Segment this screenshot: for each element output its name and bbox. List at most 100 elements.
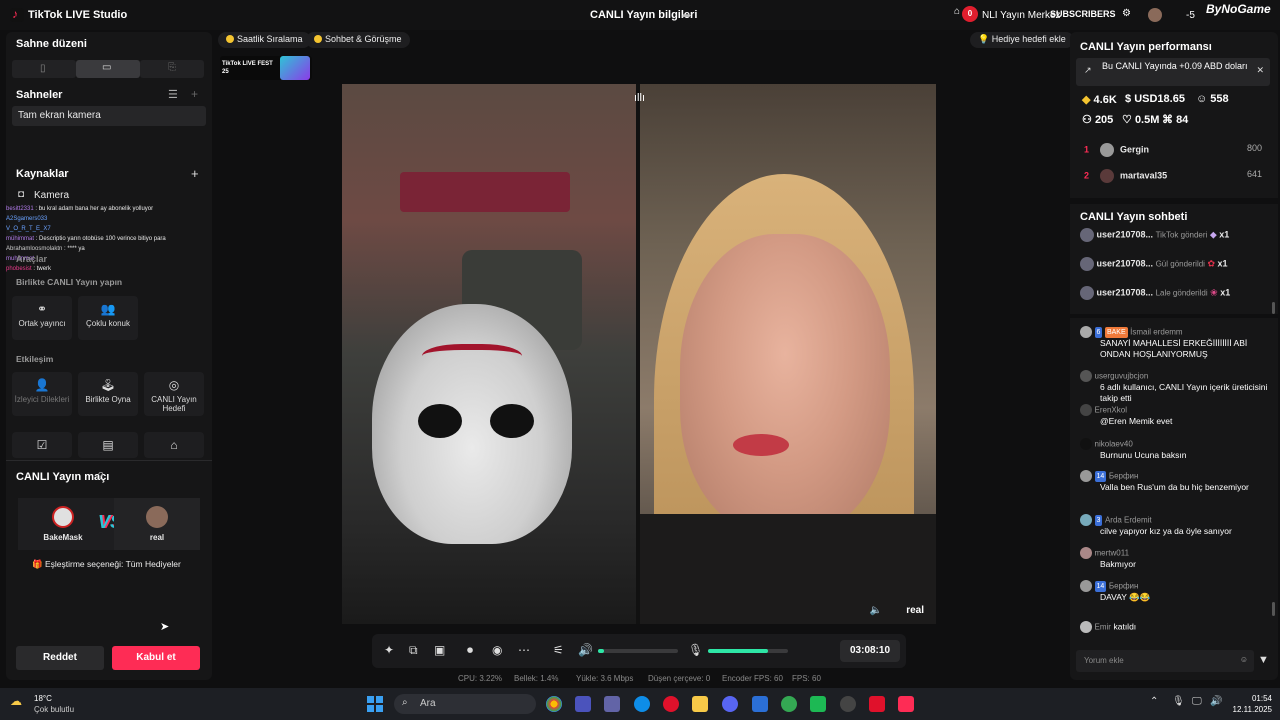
mic-slider[interactable]	[708, 649, 788, 653]
list-icon[interactable]: ☰	[168, 88, 178, 101]
chat-message[interactable]: mertw011 Bakmıyor	[1080, 547, 1272, 570]
player1-card[interactable]: BakeMask	[18, 498, 108, 550]
tools-title: Araçlar	[16, 254, 48, 264]
landscape-layout-button[interactable]: ▭	[76, 60, 140, 78]
ranking-row[interactable]: 1 Gergin 800	[1084, 143, 1270, 157]
scene-item[interactable]: Tam ekran kamera	[12, 106, 206, 126]
notification-badge[interactable]: 0	[962, 6, 978, 22]
add-scene-icon[interactable]: +	[191, 87, 198, 101]
chat-message[interactable]: Emir katıldı	[1080, 621, 1272, 633]
metric-viewers: ☺ 558	[1196, 93, 1229, 105]
divider	[6, 460, 212, 461]
heart-icon: ♡	[1122, 114, 1132, 126]
home-icon[interactable]: ⌂	[954, 6, 960, 17]
chat-message[interactable]: ErenXkol @Eren Memik evet	[1080, 404, 1272, 427]
joystick-icon: 🕹	[100, 378, 116, 392]
player2-card[interactable]: real	[114, 498, 200, 550]
windows-start-icon[interactable]	[367, 696, 383, 712]
cohost-button[interactable]: ⚭ Ortak yayıncı	[12, 296, 72, 340]
source-camera[interactable]: Kamera	[34, 190, 69, 201]
stat-cpu: CPU: 3.22%	[458, 674, 503, 683]
layout-icon[interactable]: ▣	[434, 643, 445, 657]
tiktok-studio-icon[interactable]	[898, 696, 914, 712]
edge-icon[interactable]	[634, 696, 650, 712]
player1-name: BakeMask	[43, 533, 83, 542]
scrollbar[interactable]	[1272, 302, 1275, 314]
goal-icon: ◎	[168, 378, 180, 392]
weather-icon[interactable]: ☁	[10, 694, 30, 712]
chrome-icon[interactable]	[546, 696, 562, 712]
taskbar-search[interactable]: ⌕ Ara	[394, 694, 536, 714]
app-green-icon[interactable]	[810, 696, 826, 712]
comment-input[interactable]: Yorum ekle ☺	[1076, 650, 1254, 672]
effects-icon[interactable]: ⧉	[409, 643, 418, 658]
chat-message[interactable]: 14 Берфин Valla ben Rus'um da bu hiç ben…	[1080, 470, 1272, 493]
teams-icon[interactable]	[575, 696, 591, 712]
send-icon[interactable]: ▼	[1258, 654, 1269, 666]
poll-button[interactable]: ☑	[12, 432, 72, 458]
share-icon[interactable]: ➦	[682, 9, 691, 22]
magic-wand-icon[interactable]: ✦	[384, 643, 394, 657]
ranking-row[interactable]: 2 martaval35 641	[1084, 169, 1270, 183]
help-icon[interactable]: ?	[98, 471, 104, 482]
portrait-layout-button[interactable]: ▯	[12, 60, 76, 78]
live-fest-banner[interactable]: TikTok LIVE FEST 25	[220, 56, 312, 80]
control-bar: ✦ ⧉ ▣ ⏺ ◉ ⋯ ⚟ 🔊 🎙 03:08:10	[372, 634, 906, 668]
left-panel: Sahne düzeni ▯ ▭ ⎘ Sahneler ☰ + Tam ekra…	[6, 32, 212, 680]
display-tray-icon[interactable]: 🖵	[1192, 696, 1202, 707]
hourly-ranking-pill[interactable]: Saatlik Sıralama	[218, 32, 311, 48]
store-button[interactable]: ⌂	[144, 432, 204, 458]
app-icon[interactable]	[604, 696, 620, 712]
opera-icon[interactable]	[663, 696, 679, 712]
speaker-tray-icon[interactable]: 🔊	[1210, 696, 1222, 707]
fest-label: TikTok LIVE FEST 25	[222, 61, 273, 75]
settings-sliders-icon[interactable]: ⚟	[553, 643, 564, 657]
add-source-icon[interactable]: +	[191, 166, 199, 181]
scrollbar[interactable]	[1272, 602, 1275, 616]
more-icon[interactable]: ⋯	[518, 643, 530, 657]
settings-gear-icon[interactable]: ⚙	[1122, 8, 1131, 19]
live-center-label[interactable]: NLI Yayın Merkez	[982, 10, 1061, 21]
chevron-up-icon[interactable]: ⌃	[1150, 696, 1158, 707]
app-gray-icon[interactable]	[840, 696, 856, 712]
viewer-requests-button[interactable]: 👤 İzleyici Dilekleri	[12, 372, 72, 416]
box-button[interactable]: ▤	[78, 432, 138, 458]
gift-goal-pill[interactable]: 💡 Hediye hedefi ekle	[970, 32, 1074, 48]
live-video-preview[interactable]: ıllı 🔈 real	[342, 84, 936, 624]
chrome-profile-icon[interactable]	[781, 696, 797, 712]
record-icon[interactable]: ⏺	[467, 643, 473, 658]
discord-icon[interactable]	[722, 696, 738, 712]
rotate-layout-button[interactable]: ⎘	[140, 60, 204, 78]
accept-button[interactable]: Kabul et	[112, 646, 200, 670]
emoji-icon[interactable]: ☺	[1240, 655, 1248, 664]
chat-message[interactable]: 3 Arda Erdemit cilve yapıyor kız ya da ö…	[1080, 514, 1272, 537]
microphone-icon[interactable]: 🎙	[688, 643, 703, 657]
close-icon[interactable]: ✕	[1256, 65, 1264, 76]
folder-icon[interactable]	[692, 696, 708, 712]
clock-date[interactable]: 12.11.2025	[1226, 705, 1272, 714]
multi-guest-button[interactable]: 👥 Çoklu konuk	[78, 296, 138, 340]
stat-upload: Yükle: 3.6 Mbps	[576, 674, 634, 683]
chat-message[interactable]: 6 BAKE İsmail erdemm SANAYİ MAHALLESİ ER…	[1080, 326, 1272, 360]
checklist-icon: ☑	[36, 438, 48, 452]
chat-message[interactable]: nikolaev40 Burnunu Ucuna baksın	[1080, 438, 1272, 461]
volume-slider[interactable]	[598, 649, 678, 653]
speaker-icon[interactable]: 🔈	[870, 605, 882, 616]
play-together-button[interactable]: 🕹 Birlikte Oyna	[78, 372, 138, 416]
chat-meeting-pill[interactable]: Sohbet & Görüşme	[306, 32, 410, 48]
search-icon: ⌕	[402, 697, 408, 708]
fest-logo	[280, 56, 310, 80]
youtube-icon[interactable]	[869, 696, 885, 712]
divider	[1070, 198, 1278, 204]
clock-time[interactable]: 01:54	[1226, 694, 1272, 703]
chat-message[interactable]: 14 Берфин DAVAY 😂😂	[1080, 580, 1272, 603]
mail-icon[interactable]	[752, 696, 768, 712]
box-icon: ▤	[102, 438, 114, 452]
mic-tray-icon[interactable]: 🎙	[1172, 696, 1185, 707]
camera-switch-icon[interactable]: ◉	[492, 643, 502, 657]
user-avatar[interactable]	[1148, 8, 1162, 22]
live-goal-button[interactable]: ◎ CANLI Yayın Hedefi	[144, 372, 204, 416]
chat-message[interactable]: userguvujbcjon 6 adlı kullanıcı, CANLI Y…	[1080, 370, 1272, 404]
volume-icon[interactable]: 🔊	[578, 643, 593, 657]
reject-button[interactable]: Reddet	[16, 646, 104, 670]
